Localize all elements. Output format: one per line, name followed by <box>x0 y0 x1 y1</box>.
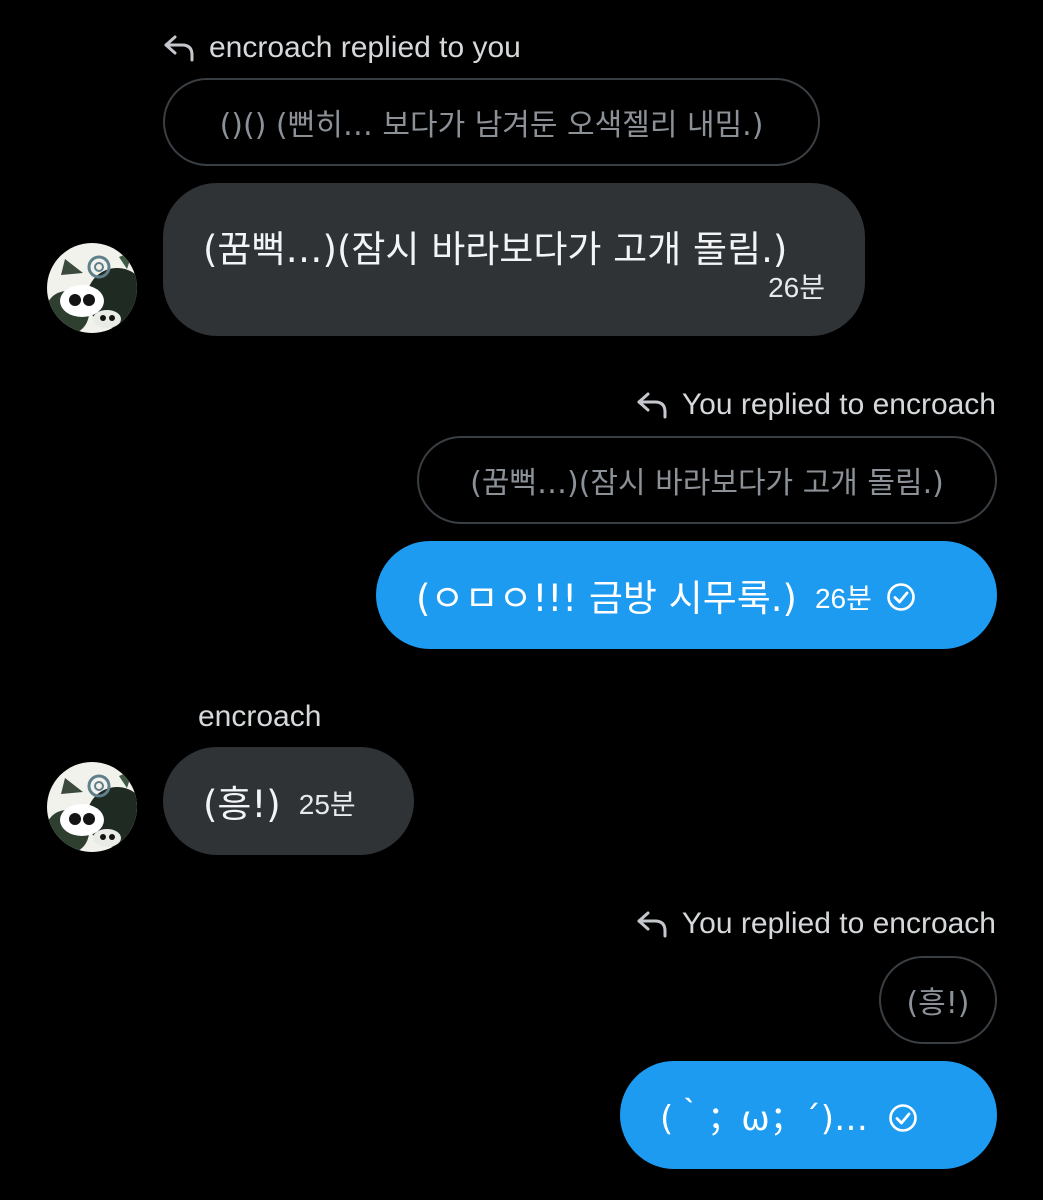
reply-header-text: You replied to encroach <box>681 907 996 940</box>
dm-conversation: encroach replied to you ()() (뻔히… 보다가 남겨… <box>0 0 1043 1200</box>
message-timestamp: 26분 <box>768 272 825 303</box>
reply-header-text: You replied to encroach <box>681 388 996 421</box>
message-text: (｀；ω；´)… <box>660 1098 869 1139</box>
check-circle-icon <box>887 583 915 611</box>
message-text: (꿈뻑…)(잠시 바라보다가 고개 돌림.) <box>203 228 788 271</box>
message-text: (흥!) <box>203 783 281 826</box>
quoted-text: (꿈뻑…)(잠시 바라보다가 고개 돌림.) <box>470 466 944 501</box>
reply-arrow-icon <box>637 392 667 419</box>
quoted-message[interactable]: ()() (뻔히… 보다가 남겨둔 오색젤리 내밈.) <box>163 78 820 166</box>
check-circle-icon <box>889 1104 917 1132</box>
reply-header: You replied to encroach <box>636 904 996 944</box>
reply-header: You replied to encroach <box>636 385 996 425</box>
message-bubble[interactable]: (｀；ω；´)… <box>620 1061 997 1169</box>
message-timestamp: 26분 <box>814 583 872 614</box>
quoted-text: (흥!) <box>906 986 970 1021</box>
reply-arrow-icon <box>164 35 194 62</box>
quoted-message[interactable]: (흥!) <box>879 956 997 1044</box>
quoted-message[interactable]: (꿈뻑…)(잠시 바라보다가 고개 돌림.) <box>417 436 997 524</box>
quoted-text: ()() (뻔히… 보다가 남겨둔 오색젤리 내밈.) <box>219 108 764 143</box>
reply-header: encroach replied to you <box>163 28 521 68</box>
reply-header-text: encroach replied to you <box>209 31 521 64</box>
reply-arrow-icon <box>637 911 667 938</box>
avatar-image <box>47 243 137 333</box>
avatar[interactable] <box>47 243 137 333</box>
sender-name: encroach <box>198 700 322 733</box>
message-timestamp: 25분 <box>298 789 356 820</box>
message-bubble[interactable]: (꿈뻑…)(잠시 바라보다가 고개 돌림.) 26분 <box>163 183 865 336</box>
avatar[interactable] <box>47 762 137 852</box>
avatar-image <box>47 762 137 852</box>
message-text: (ㅇㅁㅇ!!! 금방 시무룩.) <box>416 577 797 620</box>
message-bubble[interactable]: (ㅇㅁㅇ!!! 금방 시무룩.) 26분 <box>376 541 997 649</box>
message-bubble[interactable]: (흥!) 25분 <box>163 747 414 855</box>
